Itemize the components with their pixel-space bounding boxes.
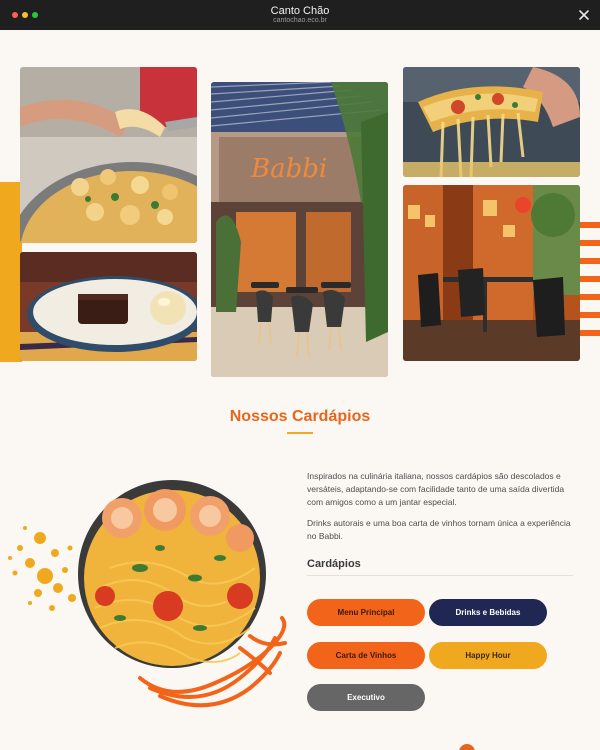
drinks-button[interactable]: Drinks e Bebidas (429, 599, 547, 626)
menus-divider (307, 575, 573, 576)
drinks-paragraph: Drinks autorais e uma boa carta de vinho… (307, 518, 571, 541)
menu-principal-button[interactable]: Menu Principal (307, 599, 425, 626)
intro-paragraph: Inspirados na culinária italiana, nossos… (307, 471, 565, 507)
pizza-slice-photo (403, 67, 580, 177)
happy-hour-button[interactable]: Happy Hour (429, 642, 547, 669)
title-underline (287, 432, 313, 434)
window-title: Canto Chão (270, 5, 330, 17)
svg-text:Babbi: Babbi (250, 154, 327, 184)
window-url: cantochao.eco.br (273, 17, 327, 24)
babbi-storefront-photo: Babbi (211, 82, 388, 377)
decorative-dot (459, 744, 475, 750)
menus-heading: Cardápios (307, 558, 361, 570)
wine-list-button[interactable]: Carta de Vinhos (307, 642, 425, 669)
brownie-dessert-photo (20, 252, 197, 361)
shrimp-pasta-photo (0, 478, 300, 718)
restaurant-interior-photo (403, 185, 580, 361)
close-icon[interactable] (576, 7, 592, 23)
executivo-button[interactable]: Executivo (307, 684, 425, 711)
decorative-yellow-bar (0, 182, 22, 362)
window-titlebar: Canto Chão cantochao.eco.br (0, 0, 600, 30)
section-title: Nossos Cardápios (229, 408, 371, 425)
gnocchi-pan-photo (20, 67, 197, 243)
